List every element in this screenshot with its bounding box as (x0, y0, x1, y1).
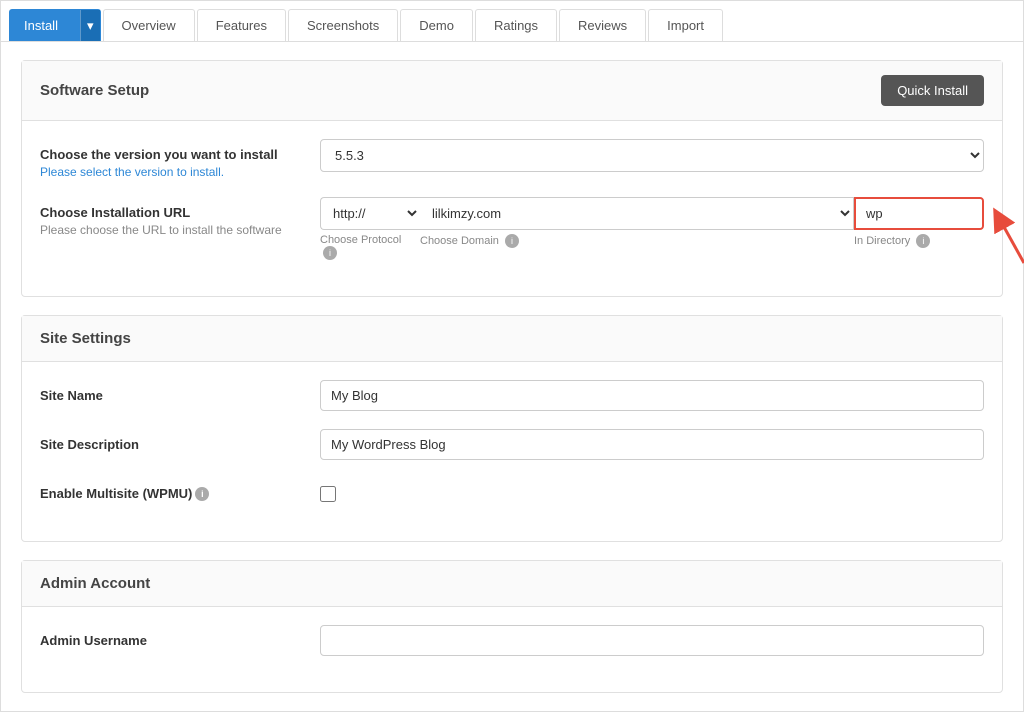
version-label: Choose the version you want to install (40, 147, 320, 162)
site-name-input[interactable] (320, 380, 984, 411)
tab-demo[interactable]: Demo (400, 9, 473, 41)
admin-username-label: Admin Username (40, 633, 320, 648)
directory-input[interactable] (854, 197, 984, 230)
site-desc-label: Site Description (40, 437, 320, 452)
domain-info-icon[interactable]: i (505, 234, 519, 248)
domain-hint-label: Choose Domain i (420, 234, 854, 260)
tab-ratings[interactable]: Ratings (475, 9, 557, 41)
chevron-down-icon: ▾ (87, 18, 94, 34)
site-desc-control-col (320, 429, 984, 460)
tab-install-label: Install (24, 18, 58, 33)
version-label-col: Choose the version you want to install P… (40, 139, 320, 179)
tab-install[interactable]: Install ▾ (9, 9, 101, 41)
tab-import[interactable]: Import (648, 9, 723, 41)
version-control-col: 5.5.3 (320, 139, 984, 172)
software-setup-body: Choose the version you want to install P… (22, 121, 1002, 296)
site-settings-section: Site Settings Site Name Site Description (21, 315, 1003, 542)
tab-import-label: Import (667, 18, 704, 33)
version-row: Choose the version you want to install P… (40, 139, 984, 179)
multisite-checkbox[interactable] (320, 486, 336, 502)
multisite-info-icon[interactable]: i (195, 487, 209, 501)
tab-reviews[interactable]: Reviews (559, 9, 646, 41)
tab-screenshots-label: Screenshots (307, 18, 379, 33)
directory-wrapper (854, 197, 984, 230)
multisite-label: Enable Multisite (WPMU) i (40, 486, 320, 501)
version-select[interactable]: 5.5.3 (320, 139, 984, 172)
site-name-label: Site Name (40, 388, 320, 403)
url-label-col: Choose Installation URL Please choose th… (40, 197, 320, 237)
url-input-row: http://https:// lilkimzy.com (320, 197, 984, 230)
tab-overview[interactable]: Overview (103, 9, 195, 41)
protocol-hint-label: Choose Protocol i (320, 234, 420, 260)
site-name-row: Site Name (40, 380, 984, 411)
site-settings-title: Site Settings (40, 330, 131, 347)
admin-account-section: Admin Account Admin Username (21, 560, 1003, 693)
directory-hint-label: In Directory i (854, 234, 984, 260)
url-label: Choose Installation URL (40, 205, 320, 220)
site-settings-header: Site Settings (22, 316, 1002, 362)
multisite-row: Enable Multisite (WPMU) i (40, 478, 984, 505)
tab-ratings-label: Ratings (494, 18, 538, 33)
tab-screenshots[interactable]: Screenshots (288, 9, 398, 41)
software-setup-header: Software Setup Quick Install (22, 61, 1002, 121)
quick-install-button[interactable]: Quick Install (881, 75, 984, 106)
site-name-control-col (320, 380, 984, 411)
url-row: Choose Installation URL Please choose th… (40, 197, 984, 260)
tab-demo-label: Demo (419, 18, 454, 33)
admin-username-label-col: Admin Username (40, 625, 320, 648)
tab-overview-label: Overview (122, 18, 176, 33)
nav-tabs: Install ▾ Overview Features Screenshots … (1, 1, 1023, 42)
site-settings-body: Site Name Site Description (22, 362, 1002, 541)
url-labels-row: Choose Protocol i Choose Domain i In Dir… (320, 234, 984, 260)
software-setup-section: Software Setup Quick Install Choose the … (21, 60, 1003, 297)
tab-reviews-label: Reviews (578, 18, 627, 33)
admin-username-row: Admin Username (40, 625, 984, 656)
tab-features[interactable]: Features (197, 9, 286, 41)
site-desc-label-col: Site Description (40, 429, 320, 452)
admin-account-body: Admin Username (22, 607, 1002, 692)
site-desc-row: Site Description (40, 429, 984, 460)
tab-install-dropdown[interactable]: ▾ (80, 10, 100, 41)
tab-features-label: Features (216, 18, 267, 33)
multisite-control-col (320, 478, 984, 505)
protocol-info-icon[interactable]: i (323, 246, 337, 260)
directory-info-icon[interactable]: i (916, 234, 930, 248)
admin-username-input[interactable] (320, 625, 984, 656)
domain-select[interactable]: lilkimzy.com (420, 197, 854, 230)
admin-account-header: Admin Account (22, 561, 1002, 607)
site-desc-input[interactable] (320, 429, 984, 460)
software-setup-title: Software Setup (40, 82, 149, 99)
url-hint: Please choose the URL to install the sof… (40, 223, 320, 237)
multisite-label-col: Enable Multisite (WPMU) i (40, 478, 320, 501)
protocol-select[interactable]: http://https:// (320, 197, 420, 230)
url-control-col: http://https:// lilkimzy.com (320, 197, 984, 260)
admin-username-control-col (320, 625, 984, 656)
admin-account-title: Admin Account (40, 575, 150, 592)
site-name-label-col: Site Name (40, 380, 320, 403)
version-hint: Please select the version to install. (40, 165, 320, 179)
